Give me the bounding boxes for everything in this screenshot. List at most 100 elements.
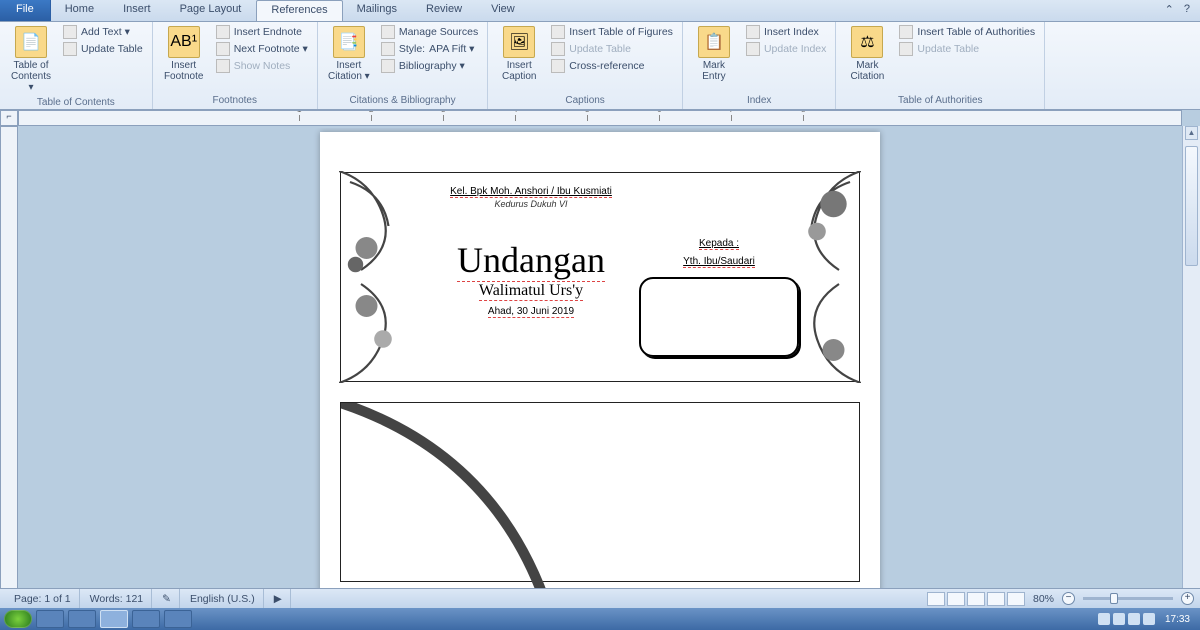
toc-icon: 📄	[15, 26, 47, 58]
bibliography-icon	[381, 59, 395, 73]
insert-toa-icon	[899, 25, 913, 39]
insert-caption-button[interactable]: 🖼 Insert Caption	[494, 24, 544, 84]
vertical-ruler[interactable]	[0, 126, 18, 610]
invitation-card-body: السَّلاَمُ عَلَيْكُمْ وَرَحْمَةُ اللهِ و…	[340, 402, 860, 582]
view-full-screen-button[interactable]	[947, 592, 965, 606]
tof-icon	[551, 25, 565, 39]
tray-icon[interactable]	[1143, 613, 1155, 625]
zoom-out-button[interactable]: −	[1062, 592, 1075, 605]
status-language[interactable]: English (U.S.)	[182, 589, 264, 608]
ruler-corner[interactable]: ⌐	[0, 110, 18, 126]
insert-citation-button[interactable]: 📑 Insert Citation ▾	[324, 24, 374, 84]
view-print-layout-button[interactable]	[927, 592, 945, 606]
tab-view[interactable]: View	[477, 0, 530, 21]
invitation-card-front: Kel. Bpk Moh. Anshori / Ibu Kusmiati Ked…	[340, 172, 860, 382]
group-index-title: Index	[689, 93, 829, 109]
mark-entry-icon: 📋	[698, 26, 730, 58]
insert-endnote-button[interactable]: Insert Endnote	[213, 24, 311, 40]
status-words[interactable]: Words: 121	[82, 589, 153, 608]
invitation-subtitle: Walimatul Urs'y	[479, 282, 583, 301]
table-of-contents-button[interactable]: 📄 Table of Contents ▾	[6, 24, 56, 95]
view-web-layout-button[interactable]	[967, 592, 985, 606]
zoom-slider[interactable]	[1083, 597, 1173, 600]
update-toa-icon	[899, 42, 913, 56]
group-index: 📋 Mark Entry Insert Index Update Index I…	[683, 22, 836, 109]
update-table-button[interactable]: Update Table	[60, 41, 146, 57]
tab-file[interactable]: File	[0, 0, 51, 21]
bibliography-button[interactable]: Bibliography ▾	[378, 58, 481, 74]
update-toa-button[interactable]: Update Table	[896, 41, 1038, 57]
tray-icon[interactable]	[1113, 613, 1125, 625]
document-page[interactable]: Kel. Bpk Moh. Anshori / Ibu Kusmiati Ked…	[320, 132, 880, 610]
proofing-icon: ✎	[162, 593, 171, 605]
show-notes-icon	[216, 59, 230, 73]
scroll-thumb[interactable]	[1185, 146, 1198, 266]
insert-table-of-figures-button[interactable]: Insert Table of Figures	[548, 24, 676, 40]
update-index-icon	[746, 42, 760, 56]
zoom-slider-thumb[interactable]	[1110, 593, 1118, 604]
minimize-ribbon-icon[interactable]: ⌃	[1165, 3, 1174, 18]
insert-index-button[interactable]: Insert Index	[743, 24, 829, 40]
tab-mailings[interactable]: Mailings	[343, 0, 412, 21]
kepada-label: Kepada :	[699, 238, 739, 250]
status-bar: Page: 1 of 1 Words: 121 ✎ English (U.S.)…	[0, 588, 1200, 608]
mark-citation-button[interactable]: ⚖ Mark Citation	[842, 24, 892, 84]
tray-icon[interactable]	[1098, 613, 1110, 625]
add-text-button[interactable]: Add Text ▾	[60, 24, 146, 40]
group-toa-title: Table of Authorities	[842, 93, 1038, 109]
zoom-in-button[interactable]: +	[1181, 592, 1194, 605]
yth-label: Yth. Ibu/Saudari	[683, 256, 755, 268]
taskbar-clock[interactable]: 17:33	[1159, 614, 1196, 625]
insert-toa-button[interactable]: Insert Table of Authorities	[896, 24, 1038, 40]
scroll-up-icon[interactable]: ▲	[1185, 126, 1198, 140]
status-page[interactable]: Page: 1 of 1	[6, 589, 80, 608]
taskbar-app2-icon[interactable]	[132, 610, 160, 628]
group-toc: 📄 Table of Contents ▾ Add Text ▾ Update …	[0, 22, 153, 109]
group-citations: 📑 Insert Citation ▾ Manage Sources Style…	[318, 22, 488, 109]
tab-review[interactable]: Review	[412, 0, 477, 21]
taskbar-word-icon[interactable]	[100, 610, 128, 628]
manage-sources-button[interactable]: Manage Sources	[378, 24, 481, 40]
insert-index-icon	[746, 25, 760, 39]
start-button[interactable]	[4, 610, 32, 628]
tab-home[interactable]: Home	[51, 0, 109, 21]
view-outline-button[interactable]	[987, 592, 1005, 606]
update-index-button[interactable]: Update Index	[743, 41, 829, 57]
show-notes-button[interactable]: Show Notes	[213, 58, 311, 74]
mark-citation-icon: ⚖	[851, 26, 883, 58]
taskbar-explorer-icon[interactable]	[36, 610, 64, 628]
citation-style-dropdown[interactable]: Style: APA Fift ▾	[378, 41, 481, 57]
mark-entry-button[interactable]: 📋 Mark Entry	[689, 24, 739, 84]
help-icon[interactable]: ?	[1184, 3, 1190, 18]
family-address: Kedurus Dukuh VI	[421, 199, 641, 209]
cross-reference-button[interactable]: Cross-reference	[548, 58, 676, 74]
caption-icon: 🖼	[503, 26, 535, 58]
status-proofing[interactable]: ✎	[154, 589, 180, 608]
update-captions-table-button[interactable]: Update Table	[548, 41, 676, 57]
system-tray[interactable]	[1098, 613, 1155, 625]
status-macro[interactable]: ▶	[266, 589, 291, 608]
ribbon: 📄 Table of Contents ▾ Add Text ▾ Update …	[0, 22, 1200, 110]
tray-icon[interactable]	[1128, 613, 1140, 625]
zoom-percent[interactable]: 80%	[1027, 593, 1060, 605]
group-footnotes-title: Footnotes	[159, 93, 311, 109]
tab-page-layout[interactable]: Page Layout	[166, 0, 257, 21]
tab-insert[interactable]: Insert	[109, 0, 166, 21]
document-area: ⌐ 12345678 ▲ ▼ Kel. Bpk Moh. Anshori / I…	[0, 110, 1200, 610]
view-draft-button[interactable]	[1007, 592, 1025, 606]
insert-footnote-button[interactable]: AB¹ Insert Footnote	[159, 24, 209, 84]
horizontal-ruler[interactable]: 12345678	[18, 110, 1182, 126]
update-tof-icon	[551, 42, 565, 56]
group-citations-title: Citations & Bibliography	[324, 93, 481, 109]
next-footnote-button[interactable]: Next Footnote ▾	[213, 41, 311, 57]
group-toc-title: Table of Contents	[6, 95, 146, 111]
vertical-scrollbar[interactable]: ▲ ▼	[1182, 126, 1200, 610]
group-toa: ⚖ Mark Citation Insert Table of Authorit…	[836, 22, 1045, 109]
next-footnote-icon	[216, 42, 230, 56]
tab-references[interactable]: References	[256, 0, 342, 21]
invitation-date: Ahad, 30 Juni 2019	[488, 306, 574, 318]
taskbar-app-icon[interactable]	[68, 610, 96, 628]
group-captions-title: Captions	[494, 93, 676, 109]
taskbar-app3-icon[interactable]	[164, 610, 192, 628]
floral-corner-tl-2	[341, 403, 859, 610]
